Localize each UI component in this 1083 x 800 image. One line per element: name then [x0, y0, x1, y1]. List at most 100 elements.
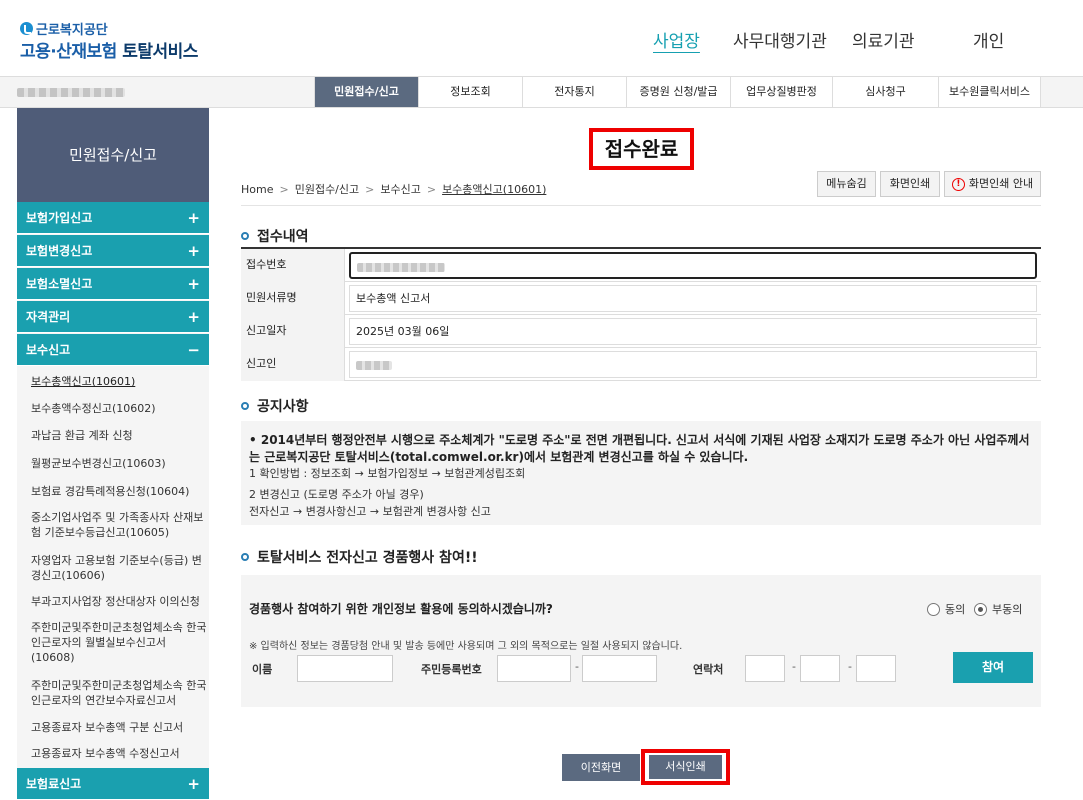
topnav-business[interactable]: 사업장 [653, 27, 700, 52]
phone-middle-input[interactable] [800, 655, 840, 682]
previous-screen-button[interactable]: 이전화면 [562, 754, 640, 781]
event-question: 경품행사 참여하기 위한 개인정보 활용에 동의하시겠습니까? [249, 602, 553, 616]
logo[interactable]: 근로복지공단 [20, 19, 108, 38]
sidebar-item-label: 보수신고 [26, 343, 71, 357]
breadcrumb: Home > 민원접수/신고 > 보수신고 > 보수총액신고(10601) [241, 181, 546, 197]
notice-line: 1 확인방법 : 정보조회 → 보험가입정보 → 보험관계성립조회 [249, 467, 526, 480]
notice-line: 2 변경신고 (도로명 주소가 아닐 경우) [249, 488, 424, 501]
radio-circle-icon [927, 602, 940, 616]
gnb-wage-oneclick[interactable]: 보수원클릭서비스 [938, 77, 1041, 107]
expand-plus-icon: + [187, 308, 200, 326]
sidebar-item-insurance-change[interactable]: 보험변경신고 + [17, 235, 209, 267]
event-section-title: 토탈서비스 전자신고 경품행사 참여!! [241, 547, 478, 567]
print-form-button[interactable]: 서식인쇄 [649, 755, 722, 779]
event-form: 경품행사 참여하기 위한 개인정보 활용에 동의하시겠습니까? 동의 부동의 ※… [241, 575, 1041, 707]
gnb-complaint-report[interactable]: 민원접수/신고 [314, 77, 418, 107]
contact-label: 연락처 [693, 663, 724, 676]
agree-radio[interactable]: 동의 [927, 601, 965, 617]
sidebar-sub-premium-reduction[interactable]: 보험료 경감특례적용신청(10604) [31, 484, 209, 499]
print-guide-button[interactable]: ! 화면인쇄 안내 [944, 171, 1041, 197]
sidebar-item-qualification[interactable]: 자격관리 + [17, 301, 209, 333]
notice-line: 전자신고 → 변경사항신고 → 보험관계 변경사항 신고 [249, 505, 491, 518]
global-nav-bar: 민원접수/신고 정보조회 전자통지 증명원 신청/발급 업무상질병판정 심사청구… [0, 76, 1083, 108]
radio-checked-icon [974, 602, 987, 616]
table-row: 접수번호 [241, 249, 1041, 282]
row-label: 민원서류명 [241, 282, 345, 315]
hide-menu-button[interactable]: 메뉴숨김 [817, 171, 876, 197]
sidebar-sub-terminated-split[interactable]: 고용종료자 보수총액 구분 신고서 [31, 720, 209, 735]
sidebar-sub-usfk-monthly[interactable]: 주한미군및주한미군초청업체소속 한국인근로자의 월별실보수신고서 (10608) [31, 620, 209, 665]
breadcrumb-complaint[interactable]: 민원접수/신고 [295, 181, 359, 197]
sidebar-title: 민원접수/신고 [17, 108, 209, 202]
notice-section-title: 공지사항 [241, 396, 309, 416]
topnav-personal[interactable]: 개인 [973, 27, 1004, 52]
notice-main-text: • 2014년부터 행정안전부 시행으로 주소체계가 "도로명 주소"로 전면 … [249, 433, 1030, 464]
expand-plus-icon: + [187, 242, 200, 260]
rrn-front-input[interactable] [497, 655, 571, 682]
sidebar-item-wage-report[interactable]: 보수신고 − [17, 334, 209, 366]
sidebar-sub-self-employed[interactable]: 자영업자 고용보험 기준보수(등급) 변경신고(10606) [31, 553, 209, 583]
receipt-number-redacted [357, 262, 445, 272]
sidebar-item-premium-report[interactable]: 보험료신고 + [17, 768, 209, 800]
agree-label: 동의 [945, 603, 966, 616]
sidebar-item-label: 자격관리 [26, 310, 71, 324]
receipt-table: 접수번호 민원서류명 보수총액 신고서 신고일자 2025년 03월 06일 신… [241, 247, 1041, 381]
topnav-medical[interactable]: 의료기관 [852, 27, 915, 52]
dash: - [792, 660, 796, 673]
sidebar-item-insurance-join[interactable]: 보험가입신고 + [17, 202, 209, 234]
phone-first-input[interactable] [745, 655, 785, 682]
sidebar-sub-objection[interactable]: 부과고지사업장 정산대상자 이의신청 [31, 594, 209, 609]
gnb-info-inquiry[interactable]: 정보조회 [418, 77, 522, 107]
site-header: 근로복지공단 고용·산재보험 토탈서비스 사업장 사무대행기관 의료기관 개인 [0, 0, 1083, 76]
breadcrumb-wage-report[interactable]: 보수신고 [380, 181, 420, 197]
table-row: 신고인 [241, 348, 1041, 381]
name-input[interactable] [297, 655, 393, 682]
gnb-e-notice[interactable]: 전자통지 [522, 77, 626, 107]
sidebar-item-label: 보험료신고 [26, 777, 82, 791]
sidebar-item-label: 보험소멸신고 [26, 277, 93, 291]
reporter-field [349, 351, 1037, 378]
row-label: 접수번호 [241, 249, 345, 282]
breadcrumb-home[interactable]: Home [241, 183, 273, 196]
sidebar-item-insurance-extinction[interactable]: 보험소멸신고 + [17, 268, 209, 300]
reporter-redacted [356, 360, 392, 370]
event-title-text: 토탈서비스 전자신고 경품행사 참여!! [257, 550, 478, 566]
gnb-certificate[interactable]: 증명원 신청/발급 [626, 77, 730, 107]
gnb-occupational-disease[interactable]: 업무상질병판정 [730, 77, 832, 107]
alert-circle-icon: ! [951, 177, 965, 191]
chevron-right-icon: > [426, 182, 437, 196]
chevron-right-icon: > [279, 182, 289, 196]
sidebar-sub-monthly-wage-change[interactable]: 월평균보수변경신고(10603) [31, 456, 209, 471]
logo-service-b: 토탈서비스 [122, 42, 198, 62]
row-label: 신고일자 [241, 315, 345, 348]
topnav-agency[interactable]: 사무대행기관 [733, 27, 827, 52]
receipt-number-field[interactable] [349, 252, 1037, 279]
divider [241, 205, 1041, 206]
comwel-logo-icon [20, 22, 33, 35]
sidebar-sub-terminated-edit[interactable]: 고용종료자 보수총액 수정신고서 [31, 746, 209, 761]
disagree-radio[interactable]: 부동의 [974, 601, 1022, 617]
print-form-highlight: 서식인쇄 [641, 749, 730, 785]
expand-plus-icon: + [187, 275, 200, 293]
sidebar-item-label: 보험가입신고 [26, 211, 93, 225]
phone-last-input[interactable] [856, 655, 896, 682]
print-screen-button[interactable]: 화면인쇄 [880, 171, 940, 197]
sidebar-sub-sme-owner[interactable]: 중소기업사업주 및 가족종사자 산재보험 기준보수등급신고(10605) [31, 510, 209, 540]
logo-service-a: 고용·산재보험 [20, 42, 117, 62]
sidebar-sub-wage-total[interactable]: 보수총액신고(10601) [31, 374, 209, 389]
bullet-circle-icon [241, 553, 249, 561]
breadcrumb-current[interactable]: 보수총액신고(10601) [442, 181, 546, 197]
notice-title-text: 공지사항 [257, 399, 309, 415]
receipt-section-title: 접수내역 [241, 226, 309, 246]
sidebar-sub-usfk-annual[interactable]: 주한미군및주한미군초청업체소속 한국인근로자의 연간보수자료신고서 [31, 678, 209, 708]
gnb-review-request[interactable]: 심사청구 [832, 77, 938, 107]
sidebar-sub-wage-total-edit[interactable]: 보수총액수정신고(10602) [31, 401, 209, 416]
sidebar-sub-refund-account[interactable]: 과납금 환급 계좌 신청 [31, 428, 209, 443]
join-button[interactable]: 참여 [953, 652, 1033, 683]
name-label: 이름 [252, 663, 273, 676]
dash: - [848, 660, 852, 673]
table-row: 신고일자 2025년 03월 06일 [241, 315, 1041, 348]
rrn-back-input[interactable] [582, 655, 657, 682]
logo-service-name[interactable]: 고용·산재보험 토탈서비스 [20, 37, 198, 62]
row-label: 신고인 [241, 348, 345, 381]
